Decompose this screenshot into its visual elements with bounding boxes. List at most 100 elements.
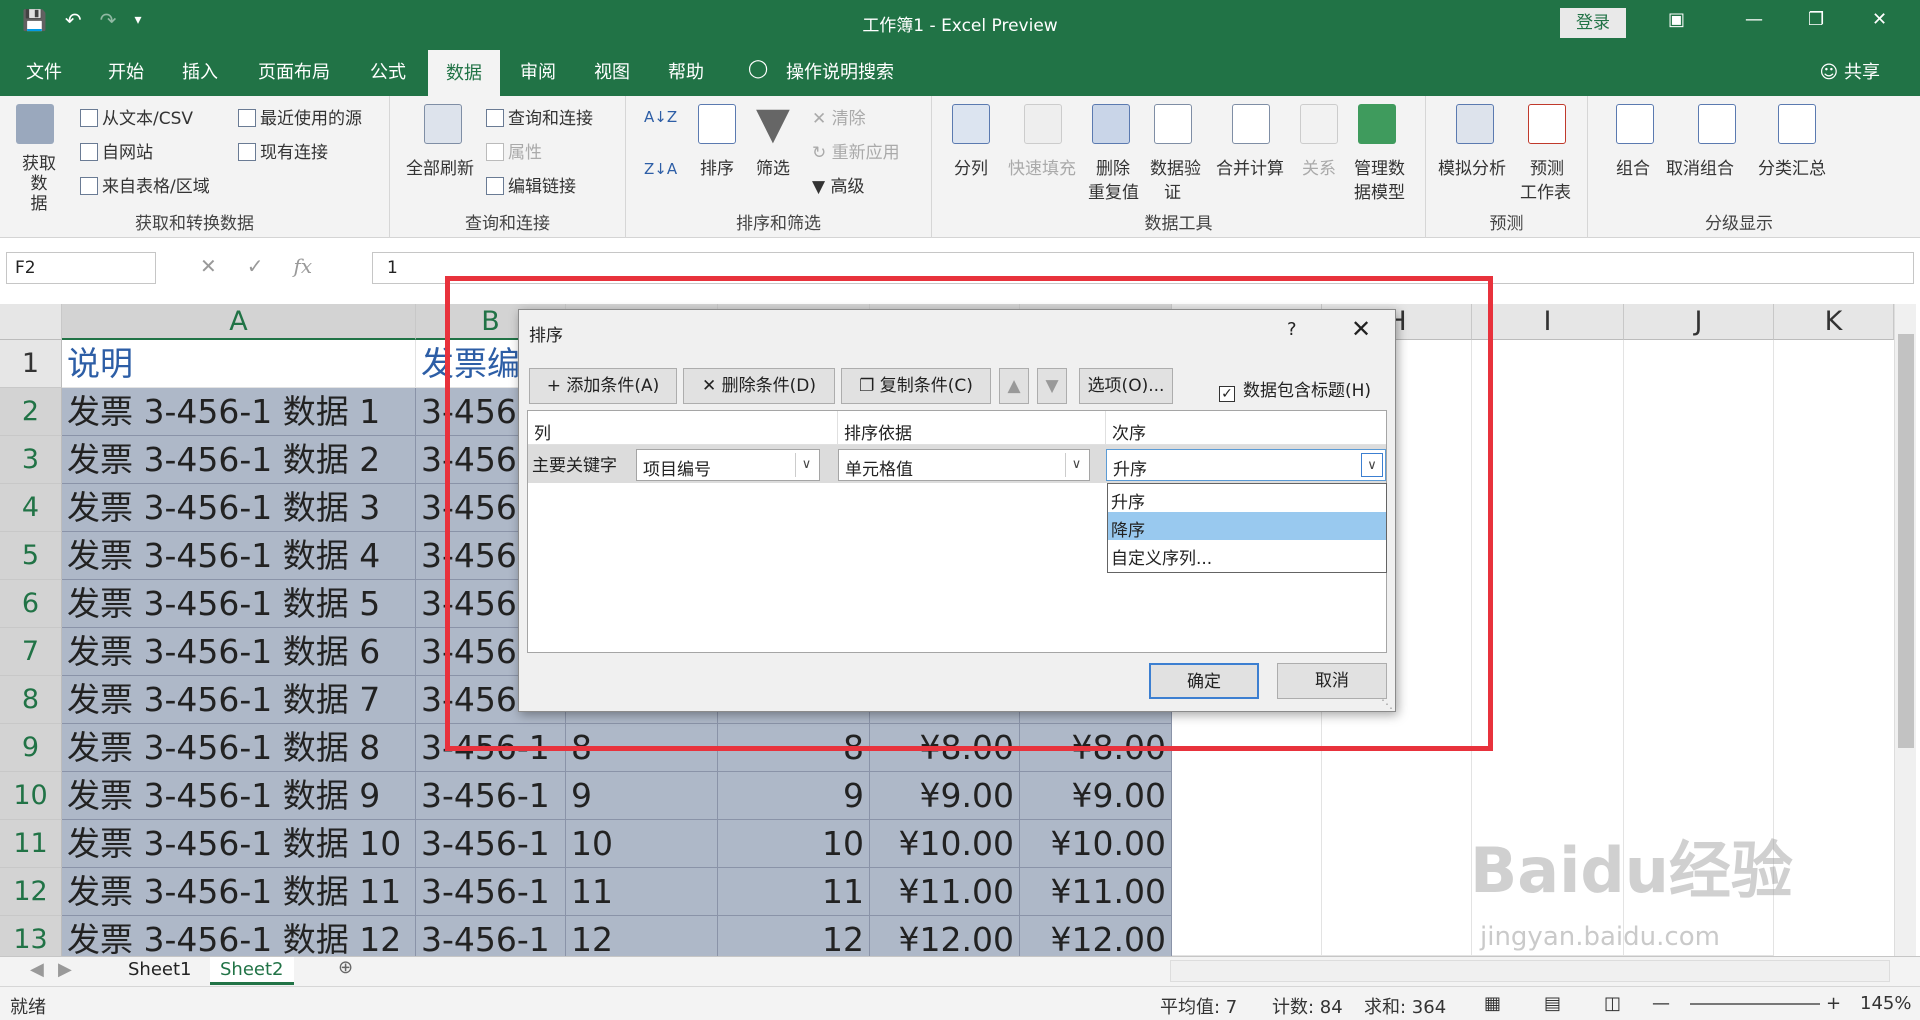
table-cell[interactable]: 11	[718, 868, 870, 916]
table-cell[interactable]: 3-456-1	[416, 868, 566, 916]
table-cell[interactable]: 8	[718, 724, 870, 772]
clear-button[interactable]: ✕ 清除	[812, 104, 866, 129]
move-up-button[interactable]: ▲	[999, 368, 1029, 404]
enter-icon[interactable]: ✓	[247, 254, 264, 278]
order-option-descending[interactable]: 降序	[1108, 512, 1386, 541]
row-header[interactable]: 1	[0, 340, 62, 388]
flash-fill-button[interactable]: 快速填充	[1008, 154, 1076, 179]
insert-function-icon[interactable]: fx	[294, 254, 313, 278]
row-header[interactable]: 4	[0, 484, 62, 532]
order-select[interactable]: 升序 ∨	[1106, 449, 1386, 481]
row-header[interactable]: 13	[0, 916, 62, 956]
table-cell[interactable]: 发票 3-456-1 数据 12	[62, 916, 416, 956]
vertical-scrollbar[interactable]	[1894, 304, 1916, 956]
table-cell[interactable]: 9	[566, 772, 718, 820]
column-header-i[interactable]: I	[1472, 304, 1624, 340]
page-break-view-icon[interactable]: ◫	[1604, 993, 1621, 1014]
edit-links-button[interactable]: 编辑链接	[486, 172, 576, 197]
zoom-in-icon[interactable]: +	[1826, 993, 1841, 1014]
table-cell[interactable]: 3-456-1	[416, 820, 566, 868]
column-header-k[interactable]: K	[1774, 304, 1894, 340]
row-header[interactable]: 12	[0, 868, 62, 916]
delete-level-button[interactable]: ✕ 删除条件(D)	[683, 368, 835, 404]
prev-sheet-icon[interactable]: ◀	[30, 959, 44, 980]
zoom-level[interactable]: 145%	[1860, 993, 1911, 1014]
from-text-button[interactable]: 从文本/CSV	[80, 104, 193, 129]
zoom-slider[interactable]	[1690, 1003, 1820, 1005]
table-cell[interactable]: ¥12.00	[870, 916, 1020, 956]
horizontal-scrollbar[interactable]	[1170, 960, 1890, 982]
select-all-corner[interactable]	[0, 304, 62, 340]
tab-formulas[interactable]: 公式	[370, 58, 406, 84]
row-header[interactable]: 11	[0, 820, 62, 868]
row-header[interactable]: 9	[0, 724, 62, 772]
from-table-button[interactable]: 来自表格/区域	[80, 172, 210, 197]
table-cell[interactable]: 发票 3-456-1 数据 6	[62, 628, 416, 676]
get-data-button[interactable]: 获取数 据	[14, 154, 64, 214]
table-cell[interactable]: ¥8.00	[1020, 724, 1172, 772]
table-cell[interactable]: ¥10.00	[870, 820, 1020, 868]
table-cell[interactable]: 3-456-1	[416, 772, 566, 820]
add-sheet-icon[interactable]: ⊕	[338, 957, 353, 978]
remove-duplicates-button[interactable]: 删除	[1096, 154, 1130, 179]
existing-connections-button[interactable]: 现有连接	[238, 138, 328, 163]
tab-help[interactable]: 帮助	[668, 58, 704, 84]
copy-level-button[interactable]: ❐ 复制条件(C)	[841, 368, 991, 404]
from-web-button[interactable]: 自网站	[80, 138, 153, 163]
table-cell[interactable]: 3-456-1	[416, 916, 566, 956]
data-validation-button[interactable]: 数据验	[1150, 154, 1201, 179]
table-cell[interactable]: ¥11.00	[1020, 868, 1172, 916]
cancel-icon[interactable]: ✕	[200, 254, 217, 278]
recent-sources-button[interactable]: 最近使用的源	[238, 104, 362, 129]
table-cell[interactable]: 发票 3-456-1 数据 3	[62, 484, 416, 532]
table-cell[interactable]: 发票 3-456-1 数据 10	[62, 820, 416, 868]
table-cell[interactable]: ¥9.00	[1020, 772, 1172, 820]
refresh-all-button[interactable]: 全部刷新	[406, 154, 474, 179]
table-cell[interactable]: 发票 3-456-1 数据 2	[62, 436, 416, 484]
sheet-tab-sheet1[interactable]: Sheet1	[118, 957, 202, 985]
table-cell[interactable]: ¥8.00	[870, 724, 1020, 772]
group-button[interactable]: 组合	[1616, 154, 1650, 179]
table-cell[interactable]: ¥12.00	[1020, 916, 1172, 956]
consolidate-button[interactable]: 合并计算	[1216, 154, 1284, 179]
table-cell[interactable]: 发票 3-456-1 数据 11	[62, 868, 416, 916]
table-cell[interactable]: ¥10.00	[1020, 820, 1172, 868]
tab-file[interactable]: 文件	[26, 58, 62, 84]
has-headers-checkbox[interactable]: ✓ 数据包含标题(H)	[1219, 376, 1371, 402]
text-to-columns-button[interactable]: 分列	[954, 154, 988, 179]
cell-a1[interactable]: 说明	[62, 340, 416, 388]
column-header-a[interactable]: A	[62, 304, 416, 340]
ribbon-display-icon[interactable]: ▣	[1668, 9, 1685, 30]
what-if-button[interactable]: 模拟分析	[1438, 154, 1506, 179]
sort-on-select[interactable]: 单元格值 ∨	[838, 449, 1090, 481]
table-cell[interactable]: 发票 3-456-1 数据 1	[62, 388, 416, 436]
properties-button[interactable]: 属性	[486, 138, 542, 163]
table-cell[interactable]: ¥11.00	[870, 868, 1020, 916]
tab-data[interactable]: 数据	[428, 50, 500, 96]
manage-data-model-button[interactable]: 管理数	[1354, 154, 1405, 179]
scroll-thumb[interactable]	[1898, 334, 1914, 748]
table-cell[interactable]: 12	[566, 916, 718, 956]
add-level-button[interactable]: + 添加条件(A)	[529, 368, 677, 404]
reapply-button[interactable]: ↻ 重新应用	[812, 138, 900, 163]
row-header[interactable]: 7	[0, 628, 62, 676]
page-layout-view-icon[interactable]: ▤	[1544, 993, 1561, 1014]
row-header[interactable]: 6	[0, 580, 62, 628]
sort-az-icon[interactable]: A↓Z	[644, 108, 677, 126]
table-cell[interactable]: 10	[718, 820, 870, 868]
table-cell[interactable]: 3-456-1	[416, 724, 566, 772]
row-header[interactable]: 8	[0, 676, 62, 724]
cancel-button[interactable]: 取消	[1277, 663, 1387, 699]
tab-page-layout[interactable]: 页面布局	[258, 58, 330, 84]
name-box[interactable]: F2	[6, 252, 156, 284]
table-cell[interactable]: 11	[566, 868, 718, 916]
sort-button[interactable]: 排序	[700, 154, 734, 179]
row-header[interactable]: 10	[0, 772, 62, 820]
resize-grip-icon[interactable]: ⋱	[1381, 697, 1393, 711]
table-cell[interactable]: ¥9.00	[870, 772, 1020, 820]
next-sheet-icon[interactable]: ▶	[58, 959, 72, 980]
row-header[interactable]: 2	[0, 388, 62, 436]
share-button[interactable]: ☺ 共享	[1820, 58, 1881, 84]
filter-button[interactable]: 筛选	[756, 154, 790, 179]
restore-icon[interactable]: ❐	[1808, 9, 1824, 30]
